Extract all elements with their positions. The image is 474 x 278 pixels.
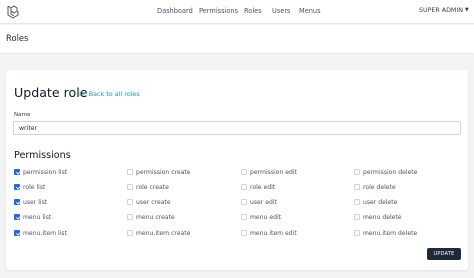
user-name: SUPER ADMIN [419, 7, 463, 14]
permission-checkbox[interactable] [354, 214, 360, 220]
permission-label: menu.item list [23, 229, 68, 237]
permission-checkbox[interactable] [241, 214, 247, 220]
permission-label: menu delete [363, 213, 402, 221]
permission-item[interactable]: menu delete [354, 213, 402, 221]
permission-checkbox[interactable] [127, 199, 133, 205]
permission-checkbox[interactable] [14, 230, 20, 236]
permission-checkbox[interactable] [14, 184, 20, 190]
permission-item[interactable]: menu.item create [127, 229, 190, 237]
permission-label: user delete [363, 198, 398, 206]
permission-item[interactable]: menu edit [241, 213, 281, 221]
permission-item[interactable]: user delete [354, 198, 397, 206]
permission-label: role delete [363, 183, 396, 191]
permission-label: user create [136, 198, 171, 206]
chevron-down-icon: ▼ [464, 7, 469, 13]
permission-label: menu.item create [136, 229, 191, 237]
nav-dashboard[interactable]: Dashboard [157, 7, 193, 15]
permission-checkbox[interactable] [14, 169, 20, 175]
permission-item[interactable]: menu.item list [14, 229, 67, 237]
permission-label: user edit [250, 198, 277, 206]
permission-item[interactable]: role create [127, 183, 169, 191]
permission-item[interactable]: role list [14, 183, 45, 191]
permission-item[interactable]: user list [14, 198, 47, 206]
permissions-heading: Permissions [14, 150, 71, 161]
permission-checkbox[interactable] [14, 214, 20, 220]
permission-label: menu edit [250, 213, 282, 221]
permission-checkbox[interactable] [241, 184, 247, 190]
name-label: Name [14, 112, 31, 118]
permission-checkbox[interactable] [354, 169, 360, 175]
page-header [0, 25, 474, 53]
permission-label: menu.item delete [363, 229, 418, 237]
permission-label: menu create [136, 213, 175, 221]
permission-item[interactable]: user create [127, 198, 171, 206]
permission-label: permission create [136, 168, 191, 176]
permission-checkbox[interactable] [354, 184, 360, 190]
permission-label: menu.item edit [250, 229, 297, 237]
permission-label: permission delete [363, 168, 418, 176]
permission-item[interactable]: role edit [241, 183, 275, 191]
permission-checkbox[interactable] [354, 230, 360, 236]
permission-item[interactable]: permission list [14, 168, 67, 176]
permission-item[interactable]: permission create [127, 168, 191, 176]
permission-item[interactable]: menu.item delete [354, 229, 417, 237]
permission-checkbox[interactable] [354, 199, 360, 205]
permission-label: permission list [23, 168, 68, 176]
permission-item[interactable]: permission delete [354, 168, 417, 176]
permission-label: permission edit [250, 168, 297, 176]
permission-checkbox[interactable] [127, 214, 133, 220]
back-to-roles-link[interactable]: << Back to all roles [76, 90, 140, 98]
laravel-logo-icon[interactable] [6, 4, 21, 20]
permission-label: user list [23, 198, 48, 206]
page-title: Roles [6, 33, 29, 43]
permission-checkbox[interactable] [14, 199, 20, 205]
permission-item[interactable]: menu.item edit [241, 229, 297, 237]
permission-checkbox[interactable] [127, 184, 133, 190]
user-menu-button[interactable]: SUPER ADMIN ▼ [419, 7, 469, 14]
permission-label: menu list [23, 213, 52, 221]
permission-item[interactable]: role delete [354, 183, 396, 191]
permission-item[interactable]: user edit [241, 198, 277, 206]
permission-checkbox[interactable] [127, 230, 133, 236]
permission-checkbox[interactable] [241, 199, 247, 205]
permission-label: role edit [250, 183, 276, 191]
nav-permissions[interactable]: Permissions [199, 7, 238, 15]
permission-item[interactable]: permission edit [241, 168, 297, 176]
permission-label: role list [23, 183, 46, 191]
permission-label: role create [136, 183, 169, 191]
nav-roles[interactable]: Roles [244, 7, 262, 15]
permission-item[interactable]: menu create [127, 213, 175, 221]
permission-checkbox[interactable] [241, 230, 247, 236]
nav-menus[interactable]: Menus [299, 7, 321, 15]
update-button[interactable]: UPDATE [427, 248, 461, 260]
permission-checkbox[interactable] [127, 169, 133, 175]
permission-checkbox[interactable] [241, 169, 247, 175]
nav-users[interactable]: Users [272, 7, 290, 15]
permission-item[interactable]: menu list [14, 213, 51, 221]
top-navigation: Dashboard Permissions Roles Users Menus … [0, 0, 474, 24]
role-name-input[interactable] [13, 121, 461, 135]
